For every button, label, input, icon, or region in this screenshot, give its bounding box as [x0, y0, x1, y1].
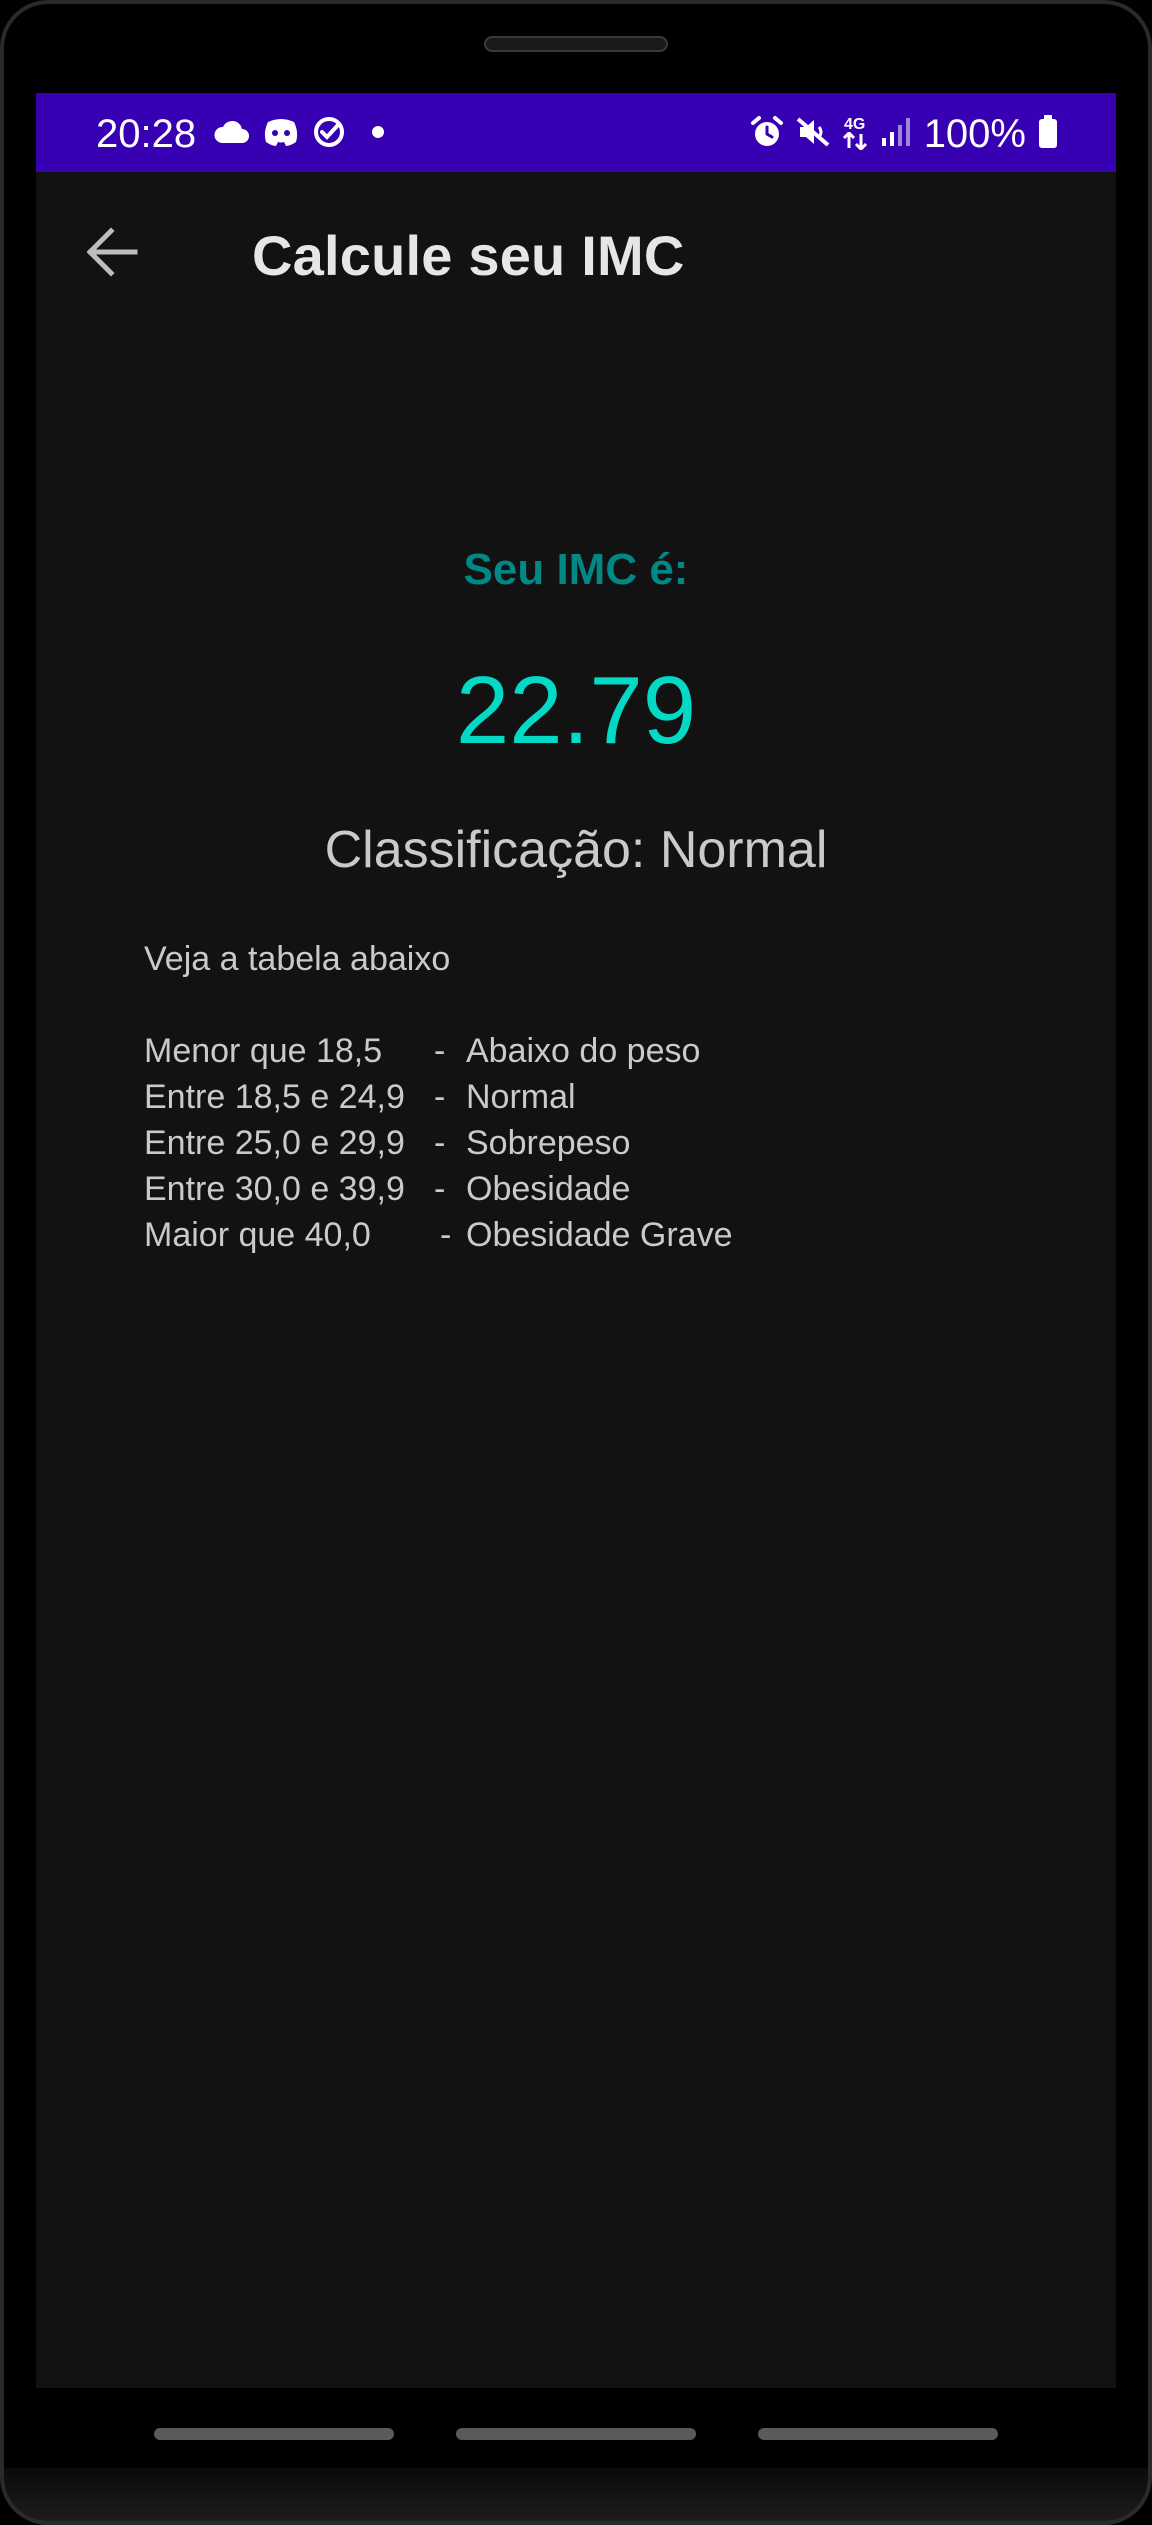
status-time: 20:28	[96, 112, 197, 156]
check-circle-icon	[312, 115, 346, 154]
app-bar: Calcule seu IMC	[36, 172, 1116, 336]
imc-reference-table: Menor que 18,5 - Abaixo do peso Entre 18…	[144, 1028, 733, 1258]
table-cell-classification: Abaixo do peso	[466, 1032, 701, 1070]
dot-icon	[372, 125, 384, 143]
table-cell-separator: -	[434, 1032, 446, 1070]
table-cell-classification: Obesidade Grave	[466, 1216, 733, 1254]
status-bar: 20:28 4G 100%	[36, 93, 1116, 172]
navigation-bar	[0, 2388, 1152, 2468]
table-row: Entre 25,0 e 29,9 - Sobrepeso	[144, 1120, 733, 1166]
imc-classification: Classificação: Normal	[324, 821, 828, 879]
table-row: Entre 30,0 e 39,9 - Obesidade	[144, 1166, 733, 1212]
table-cell-range: Entre 30,0 e 39,9	[144, 1170, 405, 1208]
table-cell-separator: -	[434, 1170, 446, 1208]
table-cell-range: Entre 18,5 e 24,9	[144, 1078, 405, 1116]
network-4g-icon: 4G	[842, 116, 868, 150]
notification-icons	[212, 113, 384, 155]
imc-result-value: 22.79	[455, 657, 697, 764]
table-cell-range: Maior que 40,0	[144, 1216, 371, 1254]
table-cell-classification: Normal	[466, 1078, 576, 1116]
earpiece-speaker	[484, 36, 668, 52]
table-intro-text: Veja a tabela abaixo	[144, 940, 451, 978]
system-status-icons: 4G 100%	[750, 111, 1058, 157]
table-cell-separator: -	[434, 1078, 446, 1116]
table-cell-classification: Sobrepeso	[466, 1124, 631, 1162]
network-type-label: 4G	[844, 116, 866, 133]
table-cell-range: Menor que 18,5	[144, 1032, 383, 1070]
table-row: Entre 18,5 e 24,9 - Normal	[144, 1074, 733, 1120]
back-button[interactable]	[80, 222, 144, 286]
phone-frame: 20:28 4G 100% Calcule seu IMC Seu IMC é:…	[0, 0, 1152, 2525]
table-cell-classification: Obesidade	[466, 1170, 631, 1208]
signal-icon	[880, 116, 912, 153]
table-row: Maior que 40,0 - Obesidade Grave	[144, 1212, 733, 1258]
arrow-back-icon	[85, 226, 139, 282]
page-title: Calcule seu IMC	[252, 224, 685, 287]
nav-home-handle[interactable]	[456, 2428, 696, 2440]
mute-icon	[796, 115, 830, 154]
table-row: Menor que 18,5 - Abaixo do peso	[144, 1028, 733, 1074]
device-chin	[0, 2468, 1152, 2525]
imc-result-label: Seu IMC é:	[463, 545, 689, 594]
cloud-icon	[212, 119, 250, 150]
nav-back-handle[interactable]	[758, 2428, 998, 2440]
table-cell-range: Entre 25,0 e 29,9	[144, 1124, 405, 1162]
nav-recents-handle[interactable]	[154, 2428, 394, 2440]
discord-icon	[262, 116, 300, 153]
battery-icon	[1038, 114, 1058, 154]
battery-percentage: 100%	[923, 112, 1026, 156]
table-cell-separator: -	[434, 1124, 446, 1162]
alarm-icon	[750, 115, 784, 154]
screen: 20:28 4G 100% Calcule seu IMC Seu IMC é:…	[36, 93, 1116, 2388]
